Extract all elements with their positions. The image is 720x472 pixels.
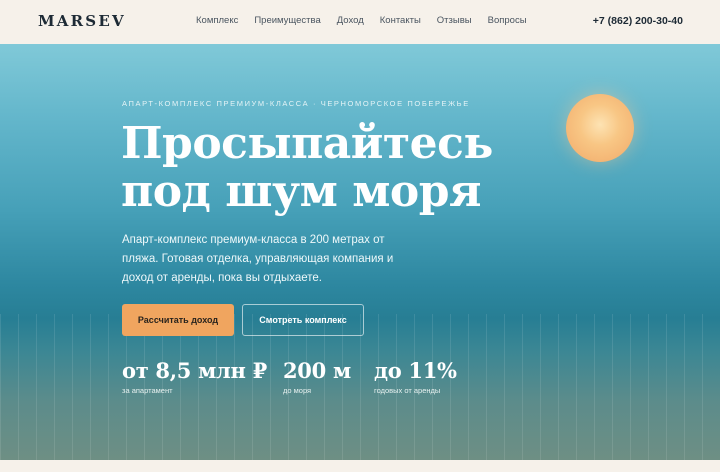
nav-link-reviews[interactable]: Отзывы [437, 15, 472, 26]
sun-illustration [566, 94, 634, 162]
calculate-income-button[interactable]: Рассчитать доход [122, 304, 234, 336]
main-nav: Комплекс Преимущества Доход Контакты Отз… [196, 15, 527, 26]
stat-distance-caption: до моря [283, 386, 312, 395]
stat-yield: до 11% годовых от аренды [374, 358, 457, 395]
stat-distance: 200 м до моря [283, 358, 351, 395]
stat-price-value: от 8,5 млн ₽ [122, 358, 267, 383]
next-section-edge [0, 460, 720, 472]
hero-section: АПАРТ-КОМПЛЕКС ПРЕМИУМ-КЛАССА · ЧЕРНОМОР… [0, 44, 720, 460]
hero-title-line-2: под шум моря [121, 166, 482, 217]
hero-lead: Апарт-комплекс премиум-класса в 200 метр… [122, 234, 394, 284]
logo[interactable]: MARSEV [38, 12, 126, 30]
stat-yield-value: до 11% [374, 358, 457, 383]
nav-link-faq[interactable]: Вопросы [488, 15, 527, 26]
site-header: MARSEV Комплекс Преимущества Доход Конта… [0, 0, 720, 44]
stat-price: от 8,5 млн ₽ за апартамент [122, 358, 267, 395]
hero-title-line-1: Просыпайтесь [121, 118, 493, 169]
stat-price-caption: за апартамент [122, 386, 173, 395]
nav-link-contacts[interactable]: Контакты [380, 15, 421, 26]
phone-link[interactable]: +7 (862) 200-30-40 [593, 15, 683, 27]
hero-eyebrow: АПАРТ-КОМПЛЕКС ПРЕМИУМ-КЛАССА · ЧЕРНОМОР… [122, 99, 470, 108]
stat-yield-caption: годовых от аренды [374, 386, 441, 395]
nav-link-advantages[interactable]: Преимущества [254, 15, 320, 26]
hero-title: Просыпайтесь под шум моря [121, 120, 541, 216]
nav-link-income[interactable]: Доход [337, 15, 364, 26]
view-complex-button[interactable]: Смотреть комплекс [242, 304, 364, 336]
stat-distance-value: 200 м [283, 358, 351, 383]
nav-link-complex[interactable]: Комплекс [196, 15, 238, 26]
